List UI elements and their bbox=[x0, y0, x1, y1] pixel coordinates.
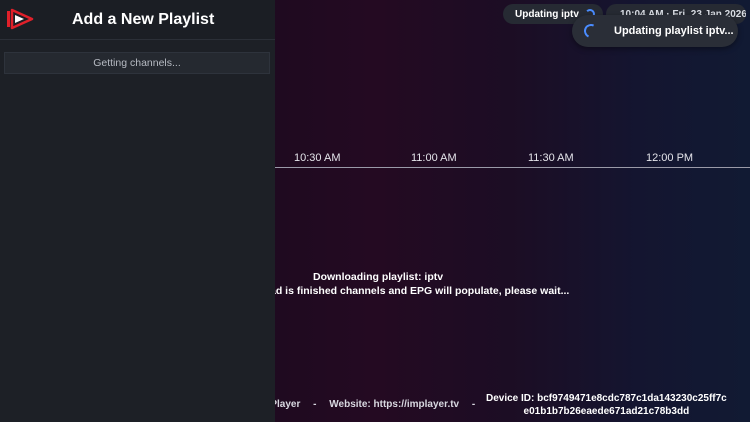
footer-separator: - bbox=[471, 399, 476, 410]
timeline-tick: 10:30 AM bbox=[294, 152, 341, 164]
timeline-tick: 12:00 PM bbox=[646, 152, 694, 164]
add-playlist-panel: Add a New Playlist Getting channels... bbox=[0, 0, 275, 422]
timeline-tick: 11:00 AM bbox=[411, 152, 457, 164]
footer-website: Website: https://implayer.tv bbox=[329, 399, 460, 410]
channel-status-row: Getting channels... bbox=[4, 52, 270, 74]
footer-info: MPlayer - Website: https://implayer.tv - bbox=[262, 399, 485, 410]
device-id-line-2: e01b1b7b26eaede671ad21c78b3dd bbox=[523, 406, 690, 417]
device-id: Device ID: bcf9749471e8cdc787c1da143230c… bbox=[486, 392, 727, 418]
download-submessage: ad is finished channels and EPG will pop… bbox=[270, 285, 570, 297]
toast-notification: Updating playlist iptv... bbox=[572, 15, 738, 47]
panel-title: Add a New Playlist bbox=[72, 11, 215, 28]
device-id-line-1: Device ID: bcf9749471e8cdc787c1da143230c… bbox=[486, 393, 727, 404]
download-message: Downloading playlist: iptv bbox=[313, 271, 444, 283]
panel-header: Add a New Playlist bbox=[0, 0, 275, 40]
timeline-tick: 11:30 AM bbox=[528, 152, 574, 164]
channel-status-text: Getting channels... bbox=[93, 57, 181, 69]
footer-separator: - bbox=[313, 399, 317, 410]
status-pill-label: Updating iptv bbox=[515, 8, 579, 20]
implayer-logo-icon bbox=[7, 8, 34, 30]
epg-timeline: 10:30 AM 11:00 AM 11:30 AM 12:00 PM bbox=[270, 150, 750, 168]
loading-spinner-icon bbox=[582, 22, 600, 40]
toast-text: Updating playlist iptv... bbox=[614, 25, 734, 37]
